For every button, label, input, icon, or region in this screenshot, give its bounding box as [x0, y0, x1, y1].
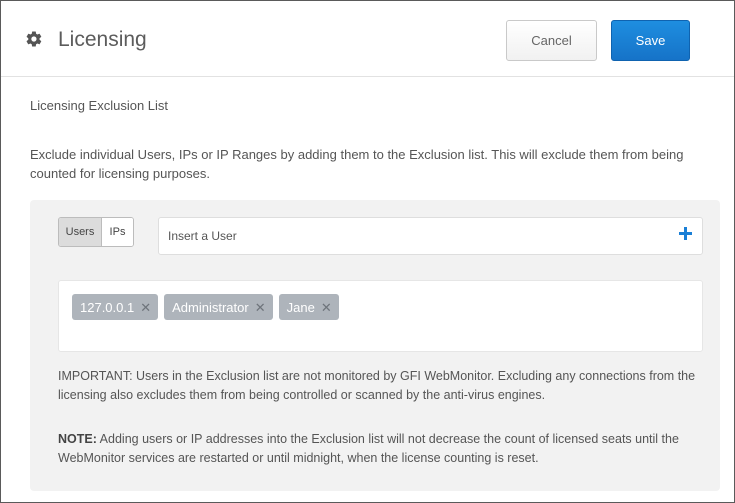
user-input[interactable] — [159, 218, 669, 254]
page-header: Licensing Cancel Save — [1, 1, 734, 77]
cancel-button[interactable]: Cancel — [506, 20, 597, 61]
exclusion-tag: 127.0.0.1 ✕ — [72, 294, 159, 320]
section-description: Exclude individual Users, IPs or IP Rang… — [30, 147, 684, 181]
note-notice: NOTE: Adding users or IP addresses into … — [58, 430, 708, 468]
tag-list: 127.0.0.1 ✕ Administrator ✕ Jane ✕ — [72, 294, 339, 320]
save-button[interactable]: Save — [611, 20, 690, 61]
exclusion-list: 127.0.0.1 ✕ Administrator ✕ Jane ✕ — [58, 280, 703, 352]
tag-label: Jane — [286, 299, 315, 315]
section-title: Licensing Exclusion List — [30, 98, 169, 113]
page-title: Licensing — [58, 28, 147, 51]
exclusion-panel: Users IPs 127.0.0.1 ✕ Administrator ✕ Ja… — [30, 200, 720, 491]
remove-tag-icon[interactable]: ✕ — [255, 301, 266, 314]
licensing-window: Licensing Cancel Save Licensing Exclusio… — [0, 0, 735, 503]
remove-tag-icon[interactable]: ✕ — [140, 301, 151, 314]
note-label: NOTE: — [58, 432, 97, 446]
exclusion-tag: Administrator ✕ — [164, 294, 273, 320]
user-input-container — [158, 217, 703, 255]
tag-label: 127.0.0.1 — [80, 299, 135, 315]
plus-icon[interactable] — [679, 227, 692, 240]
type-toggle: Users IPs — [58, 217, 134, 247]
important-notice: IMPORTANT: Users in the Exclusion list a… — [58, 369, 696, 402]
note-text: Adding users or IP addresses into the Ex… — [58, 432, 679, 465]
toggle-users-button[interactable]: Users — [59, 218, 102, 246]
exclusion-tag: Jane ✕ — [278, 294, 339, 320]
remove-tag-icon[interactable]: ✕ — [321, 301, 332, 314]
tag-label: Administrator — [172, 299, 249, 315]
toggle-ips-button[interactable]: IPs — [102, 218, 133, 246]
gear-icon — [26, 31, 42, 47]
